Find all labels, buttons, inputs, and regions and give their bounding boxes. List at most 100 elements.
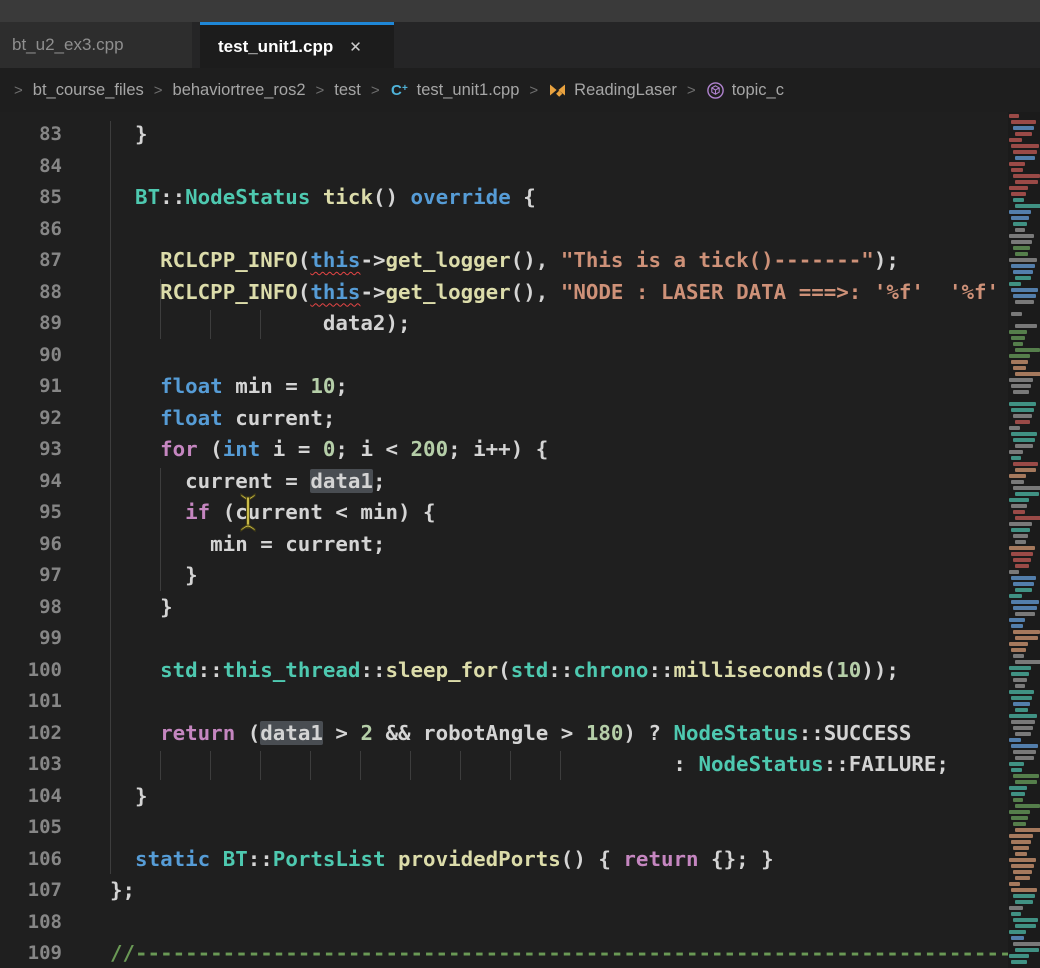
code-text: for (int i = 0; i < 200; i++) { [110,434,548,466]
line-number: 87 [0,245,62,277]
code-line: 85 BT::NodeStatus tick() override { [0,182,1008,214]
minimap-line [1011,936,1024,940]
minimap-line [1009,522,1032,526]
breadcrumb-label: test_unit1.cpp [417,81,520,100]
tab-test-unit1[interactable]: test_unit1.cpp ✕ [200,22,394,68]
minimap-line [1015,468,1036,472]
code-line: 91 float min = 10; [0,371,1008,403]
minimap-line [1009,618,1025,622]
minimap-line [1009,906,1023,910]
minimap-line [1015,780,1037,784]
indent-guide [410,751,411,780]
minimap-line [1013,126,1034,130]
minimap-line [1011,624,1023,628]
minimap-line [1009,690,1034,694]
minimap-line [1013,942,1040,946]
line-number: 90 [0,340,62,372]
indent-guide [560,751,561,780]
line-number: 93 [0,434,62,466]
line-number: 106 [0,844,62,876]
code-line: 88 RCLCPP_INFO(this->get_logger(), "NODE… [0,277,1008,309]
tab-bt-u2-ex3[interactable]: bt_u2_ex3.cpp [0,22,192,68]
line-number: 89 [0,308,62,340]
line-number: 83 [0,119,62,151]
minimap-line [1011,504,1027,508]
field-icon [706,81,725,100]
minimap-line [1015,564,1029,568]
minimap-line [1011,744,1038,748]
indent-guide [210,310,211,339]
minimap-line [1011,600,1039,604]
minimap-line [1013,486,1040,490]
minimap-line [1015,492,1039,496]
minimap-line [1011,240,1032,244]
line-number: 92 [0,403,62,435]
minimap-line [1013,774,1039,778]
minimap-line [1009,666,1031,670]
minimap-line [1011,672,1029,676]
minimap-line [1013,222,1027,226]
minimap-line [1013,846,1029,850]
code-line: 84 [0,151,1008,183]
breadcrumb-item-test[interactable]: test [334,81,361,100]
minimap-line [1011,408,1034,412]
minimap-line [1013,150,1037,154]
breadcrumb-item-test-unit1-cpp[interactable]: C+ test_unit1.cpp [390,81,520,100]
line-number: 97 [0,560,62,592]
minimap-line [1009,810,1030,814]
minimap-line [1013,270,1033,274]
breadcrumb-item-behaviortree-ros2[interactable]: behaviortree_ros2 [173,81,306,100]
tab-label: test_unit1.cpp [218,37,333,57]
breadcrumb-label: test [334,81,361,100]
minimap[interactable] [1008,112,1040,968]
code-line: 107}; [0,875,1008,907]
code-text: } [110,119,148,151]
cpp-file-icon: C+ [390,81,410,99]
minimap-line [1015,804,1040,808]
minimap-line [1009,474,1026,478]
editor-tab-bar: bt_u2_ex3.cpp test_unit1.cpp ✕ [0,22,1040,68]
minimap-line [1013,174,1040,178]
minimap-line [1009,930,1026,934]
breadcrumb-item-bt-course-files[interactable]: bt_course_files [33,81,144,100]
code-line: 94 current = data1; [0,466,1008,498]
minimap-line [1015,252,1028,256]
close-icon[interactable]: ✕ [349,38,362,56]
indent-guide [260,751,261,780]
minimap-line [1011,840,1031,844]
minimap-line [1009,570,1019,574]
code-text: }; [110,875,135,907]
minimap-line [1015,948,1039,952]
code-text: std::this_thread::sleep_for(std::chrono:… [110,655,899,687]
code-line: 86 [0,214,1008,246]
minimap-line [1013,918,1038,922]
line-number: 109 [0,938,62,968]
code-area[interactable]: 83 }8485 BT::NodeStatus tick() override … [0,112,1008,968]
minimap-line [1015,204,1040,208]
minimap-line [1015,348,1040,352]
code-line: 100 std::this_thread::sleep_for(std::chr… [0,655,1008,687]
minimap-line [1015,900,1033,904]
code-text: //--------------------------------------… [110,938,1008,968]
code-line: 96 min = current; [0,529,1008,561]
code-text: min = current; [110,529,385,561]
line-number: 105 [0,812,62,844]
breadcrumb: > bt_course_files>behaviortree_ros2>test… [0,68,1040,112]
minimap-line [1015,684,1025,688]
minimap-line [1015,612,1035,616]
window-titlebar [0,0,1040,22]
chevron-right-icon: > [687,82,696,99]
minimap-line [1011,528,1030,532]
chevron-right-icon: > [371,82,380,99]
code-line: 98 } [0,592,1008,624]
minimap-line [1015,924,1036,928]
code-line: 108 [0,907,1008,939]
code-editor[interactable]: 83 }8485 BT::NodeStatus tick() override … [0,112,1040,968]
breadcrumb-item-topic-c[interactable]: topic_c [706,81,784,100]
breadcrumb-item-readinglaser[interactable]: ReadingLaser [548,81,677,100]
minimap-line [1015,324,1037,328]
code-line: 92 float current; [0,403,1008,435]
minimap-line [1009,402,1036,406]
minimap-line [1015,156,1035,160]
minimap-line [1009,186,1028,190]
